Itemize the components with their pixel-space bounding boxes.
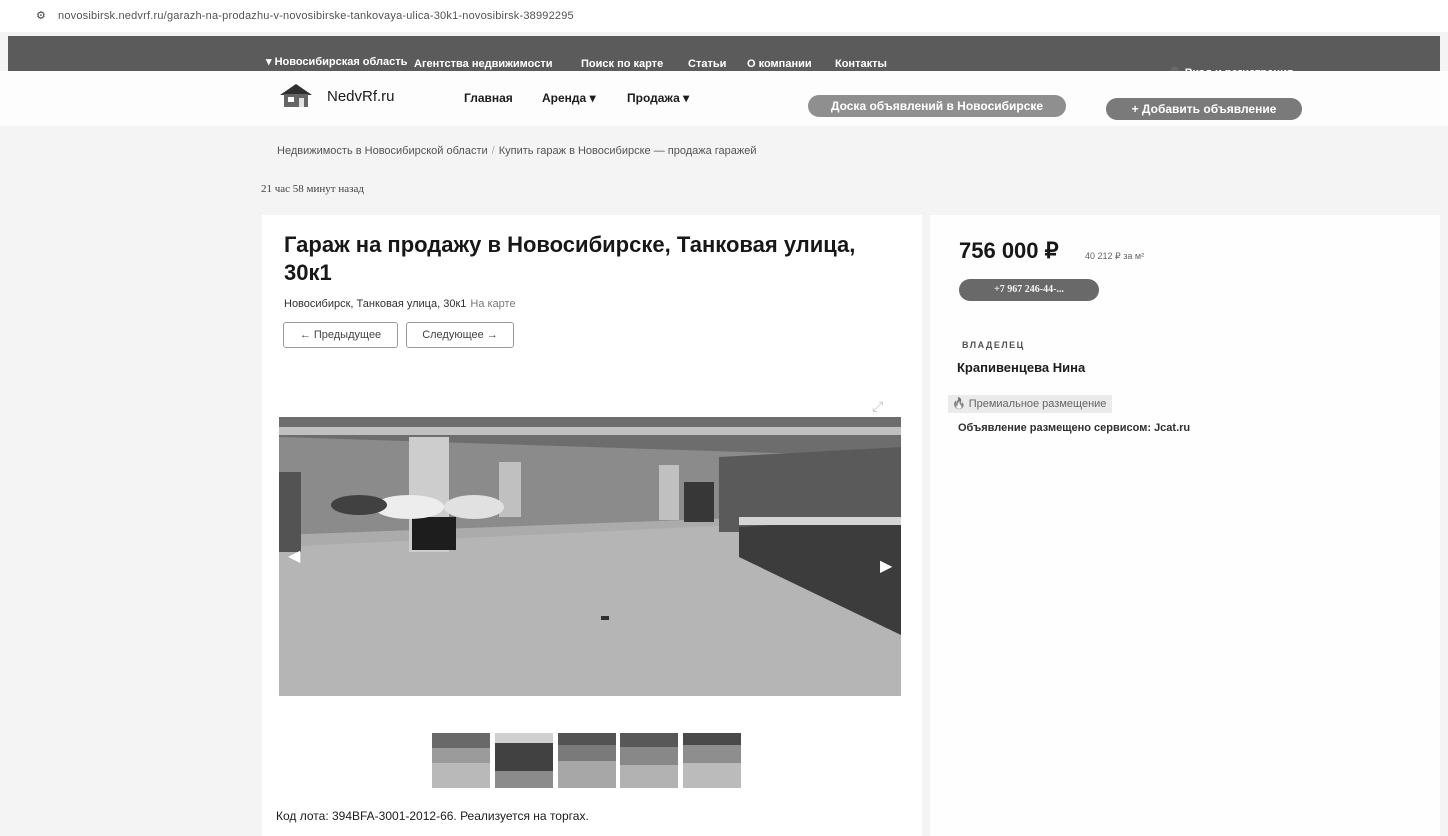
service-note: Объявление размещено сервисом: Jcat.ru (958, 422, 1191, 434)
prev-button[interactable]: ← Предыдущее (283, 322, 398, 348)
nav-rent[interactable]: Аренда ▾ (542, 91, 596, 105)
address-bar[interactable]: ⚙ novosibirsk.nedvrf.ru/garazh-na-prodaz… (0, 0, 1448, 32)
photo-caption-area (279, 696, 901, 732)
topnav-about[interactable]: О компании (747, 58, 812, 70)
map-link[interactable]: На карте (470, 298, 515, 310)
region-selector[interactable]: ▾ Новосибирская область (266, 55, 407, 68)
topnav-agencies[interactable]: Агентства недвижимости (414, 58, 553, 70)
breadcrumb-item-garages[interactable]: Купить гараж в Новосибирске — продажа га… (499, 145, 757, 157)
chevron-down-icon: ▾ (683, 91, 690, 105)
url-text[interactable]: novosibirsk.nedvrf.ru/garazh-na-prodazhu… (58, 10, 574, 22)
price: 756 000 ₽ (959, 238, 1059, 263)
brand-name[interactable]: NedvRf.ru (327, 88, 395, 105)
premium-label: Премиальное размещение (968, 398, 1107, 410)
nav-sale-label: Продажа (627, 91, 680, 105)
owner-name: Крапивенцева Нина (957, 360, 1086, 375)
region-label: Новосибирская область (274, 56, 408, 68)
breadcrumb-item-region[interactable]: Недвижимость в Новосибирской области (277, 145, 488, 157)
thumbnail-4[interactable] (620, 733, 678, 788)
nav-home[interactable]: Главная (464, 91, 513, 105)
drop-icon: 🔥 (952, 398, 966, 410)
premium-badge: 🔥 Премиальное размещение (948, 395, 1113, 413)
prev-photo-icon[interactable]: ◀ (288, 546, 300, 566)
main-photo[interactable] (279, 417, 901, 696)
posted-time: 21 час 58 минут назад (261, 183, 364, 195)
thumbnail-2[interactable] (495, 733, 553, 788)
breadcrumb-separator: / (491, 145, 495, 157)
next-button[interactable]: Следующее → (406, 322, 514, 348)
thumbnail-3[interactable] (558, 733, 616, 788)
address-text: Новосибирск, Танковая улица, 30к1 (284, 298, 467, 310)
house-logo-icon[interactable] (277, 82, 315, 108)
nav-rent-label: Аренда (542, 91, 587, 105)
topnav-articles[interactable]: Статьи (688, 58, 726, 70)
topnav-contacts[interactable]: Контакты (835, 58, 887, 70)
thumbnail-1[interactable] (432, 733, 490, 788)
owner-label: ВЛАДЕЛЕЦ (962, 340, 1025, 350)
price-per-m2: 40 212 ₽ за м² (1085, 251, 1145, 261)
topnav-map-search[interactable]: Поиск по карте (581, 58, 663, 70)
thumbnail-5[interactable] (683, 733, 741, 788)
site-settings-icon[interactable]: ⚙ (36, 9, 46, 22)
page-title: Гараж на продажу в Новосибирске, Танкова… (284, 232, 856, 285)
listing-address: Новосибирск, Танковая улица, 30к1 На карт… (284, 298, 516, 310)
sidebar-panel (930, 215, 1440, 836)
board-button[interactable]: Доска объявлений в Новосибирске (808, 95, 1066, 117)
phone-button[interactable]: +7 967 246-44-... (959, 279, 1099, 301)
breadcrumb: Недвижимость в Новосибирской области / Куп… (277, 145, 757, 157)
add-listing-button[interactable]: + Добавить объявление (1106, 98, 1302, 120)
nav-sale[interactable]: Продажа ▾ (627, 91, 689, 105)
chevron-down-icon: ▾ (589, 91, 596, 105)
lot-code: Код лота: 394BFA-3001-2012-66. Реализует… (276, 809, 589, 823)
fullscreen-icon[interactable]: ⤢ (872, 398, 883, 415)
next-photo-icon[interactable]: ▶ (880, 556, 892, 576)
